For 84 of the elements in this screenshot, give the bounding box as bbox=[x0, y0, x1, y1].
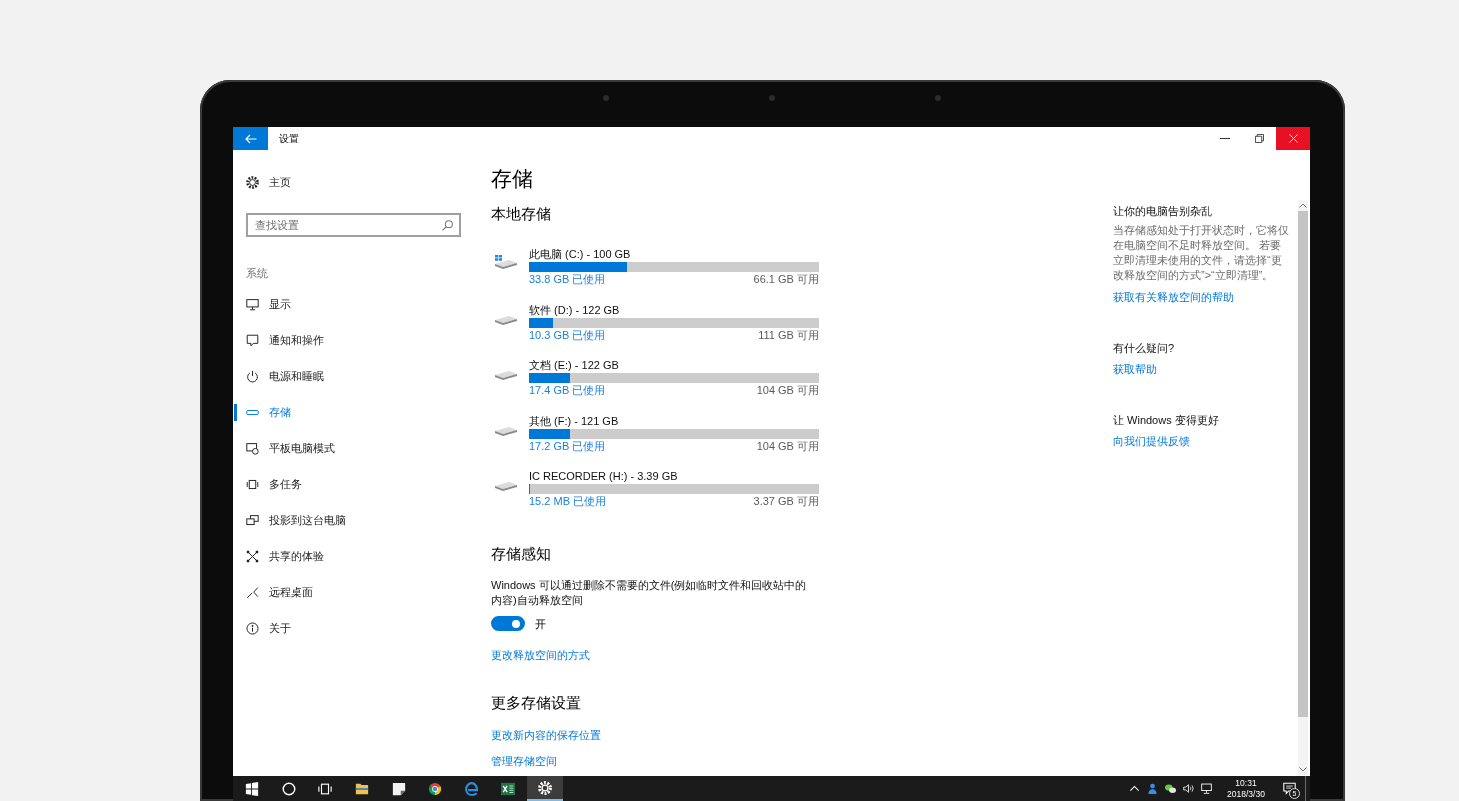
window-title: 设置 bbox=[279, 132, 299, 145]
monitor-icon[interactable] bbox=[1200, 783, 1212, 794]
section-heading: 存储感知 bbox=[491, 544, 551, 564]
description-text: Windows 可以通过删除不需要的文件(例如临时文件和回收站中的内容)自动释放空间 bbox=[491, 578, 808, 608]
nav-item[interactable]: 通知和操作 bbox=[233, 322, 480, 358]
gear-icon bbox=[538, 780, 553, 795]
stacked-windows-icon bbox=[246, 477, 259, 491]
cross-arrows-icon bbox=[246, 549, 259, 563]
sensor-dot-icon bbox=[934, 95, 941, 101]
drive-label[interactable]: 此电脑 (C:) - 100 GB bbox=[529, 247, 631, 261]
clock-time[interactable]: 10:31 bbox=[1235, 777, 1257, 789]
used-space-text: 10.3 GB 已使用 bbox=[529, 327, 606, 342]
gear-icon bbox=[246, 175, 259, 189]
info-icon bbox=[246, 621, 259, 635]
page-title: 存储 bbox=[491, 166, 533, 192]
search-icon[interactable] bbox=[442, 219, 453, 231]
chat-bubbles-icon[interactable] bbox=[1164, 783, 1176, 794]
scroll-down-icon[interactable] bbox=[1299, 767, 1307, 772]
system-drive-icon[interactable] bbox=[494, 254, 518, 270]
free-space-text: 111 GB 可用 bbox=[758, 327, 819, 342]
close-icon bbox=[1288, 134, 1298, 143]
clock-date[interactable]: 2018/3/30 bbox=[1227, 788, 1265, 800]
toggle-state-label: 开 bbox=[535, 616, 546, 631]
drive-label[interactable]: 文档 (E:) - 122 GB bbox=[529, 358, 619, 372]
monitor-icon bbox=[246, 297, 259, 311]
link[interactable]: 管理存储空间 bbox=[491, 755, 557, 768]
link[interactable]: 向我们提供反馈 bbox=[1113, 434, 1190, 448]
used-space-text: 15.2 MB 已使用 bbox=[529, 494, 607, 508]
speech-bubble-icon[interactable] bbox=[1282, 782, 1296, 795]
start-icon bbox=[245, 781, 260, 796]
x-tile-icon bbox=[501, 781, 516, 796]
home-link[interactable]: 主页 bbox=[233, 174, 291, 190]
power-icon bbox=[246, 369, 259, 383]
free-space-text: 66.1 GB 可用 bbox=[753, 272, 819, 286]
nav-item[interactable]: 投影到这台电脑 bbox=[233, 502, 480, 538]
speaker-icon[interactable] bbox=[1182, 783, 1194, 794]
nav-item[interactable]: 共享的体验 bbox=[233, 538, 480, 574]
sensor-dot-icon bbox=[602, 95, 609, 101]
nav-item[interactable]: 显示 bbox=[233, 286, 480, 322]
free-space-text: 3.37 GB 可用 bbox=[753, 494, 819, 508]
panel-heading: 有什么疑问? bbox=[1113, 341, 1175, 355]
camera-dot-icon bbox=[768, 95, 775, 101]
drive-label[interactable]: IC RECORDER (H:) - 3.39 GB bbox=[529, 469, 678, 483]
round-logo-icon bbox=[428, 781, 443, 796]
used-space-text: 17.4 GB 已使用 bbox=[529, 383, 606, 397]
used-space-text: 17.2 GB 已使用 bbox=[529, 438, 606, 453]
link[interactable]: 更改新内容的保存位置 bbox=[491, 728, 601, 742]
free-space-text: 104 GB 可用 bbox=[756, 383, 819, 397]
panel-heading: 让你的电脑告别杂乱 bbox=[1113, 204, 1212, 218]
chevron-up-icon[interactable] bbox=[1128, 783, 1140, 794]
restore-icon bbox=[1254, 134, 1264, 143]
tablet-icon bbox=[246, 441, 259, 455]
nav-item[interactable]: 多任务 bbox=[233, 466, 480, 502]
speech-bubble-icon bbox=[246, 333, 259, 347]
e-swirl-icon bbox=[464, 781, 479, 796]
overlapping-screens-icon bbox=[246, 513, 259, 527]
person-icon[interactable] bbox=[1146, 783, 1158, 794]
nav-item[interactable]: 关于 bbox=[233, 610, 480, 646]
folder-icon bbox=[355, 781, 370, 796]
ring-icon bbox=[281, 781, 296, 796]
back-arrow-icon bbox=[244, 133, 257, 144]
section-heading: 更多存储设置 bbox=[491, 693, 581, 713]
link[interactable]: 获取有关释放空间的帮助 bbox=[1113, 290, 1234, 304]
panel-heading: 让 Windows 变得更好 bbox=[1113, 413, 1219, 427]
minimize-icon bbox=[1220, 138, 1230, 139]
free-space-text: 104 GB 可用 bbox=[756, 438, 819, 453]
nav-item[interactable]: 远程桌面 bbox=[233, 574, 480, 610]
panel-text: 当存储感知处于打开状态时，它将仅在电脑空间不足时释放空间。 若要立即清理未使用的文件，请选择“更改释放空间的方式”>“立即清理”。 bbox=[1113, 223, 1290, 283]
nav-item[interactable]: 平板电脑模式 bbox=[233, 430, 480, 466]
note-icon bbox=[391, 781, 406, 796]
drive-label[interactable]: 其他 (F:) - 121 GB bbox=[529, 413, 619, 428]
taskbar-button[interactable] bbox=[526, 776, 564, 801]
nav-item[interactable]: 电源和睡眠 bbox=[233, 358, 480, 394]
link[interactable]: 更改释放空间的方式 bbox=[491, 648, 590, 662]
scroll-up-icon[interactable] bbox=[1299, 203, 1307, 208]
angle-lines-icon bbox=[246, 585, 259, 599]
used-space-text: 33.8 GB 已使用 bbox=[529, 272, 606, 286]
search-field[interactable]: 查找设置 bbox=[246, 213, 461, 237]
section-heading: 本地存储 bbox=[491, 204, 551, 224]
link[interactable]: 获取帮助 bbox=[1113, 362, 1157, 376]
group-label: 系统 bbox=[246, 266, 268, 280]
toggle-switch[interactable] bbox=[491, 616, 525, 631]
task-view-icon bbox=[318, 781, 333, 796]
drive-label[interactable]: 软件 (D:) - 122 GB bbox=[529, 302, 620, 317]
